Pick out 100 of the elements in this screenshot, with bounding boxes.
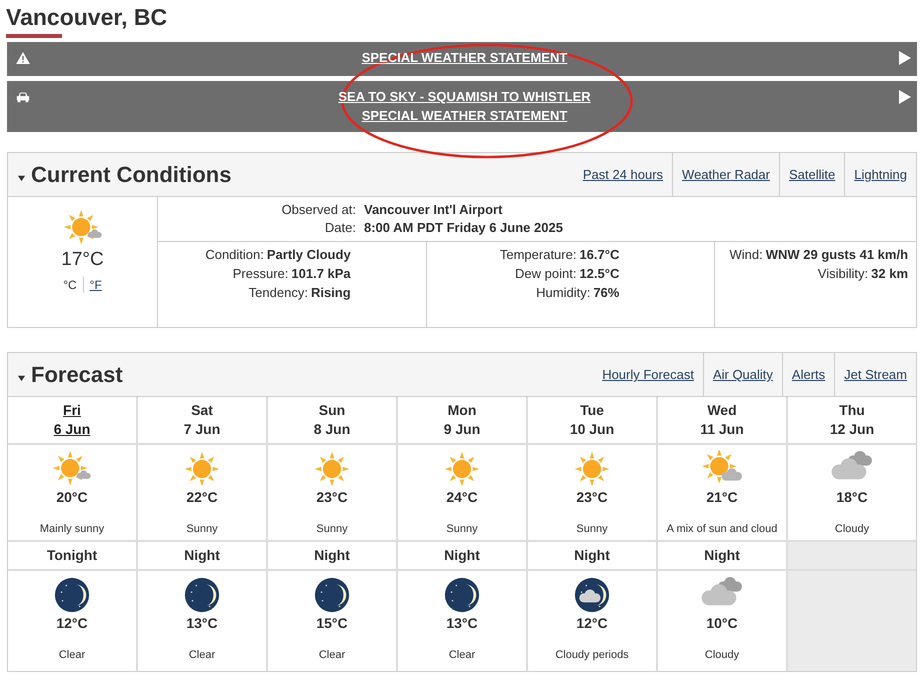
temperature: 23°C <box>316 489 348 505</box>
field-label: Tendency: <box>248 285 308 300</box>
temperature: 21°C <box>706 489 738 505</box>
day-date: 12 Jun <box>830 421 874 437</box>
sun-cloud-icon <box>52 450 92 488</box>
temperature: 10°C <box>706 615 738 631</box>
day-header[interactable]: Fri 6 Jun <box>8 397 136 443</box>
field-label: Visibility: <box>818 266 868 281</box>
forecast-summary: Sunny <box>446 523 478 535</box>
header-link[interactable]: Satellite <box>778 153 844 196</box>
forecast-summary: A mix of sun and cloud <box>666 523 778 535</box>
day-date: 7 Jun <box>184 421 220 437</box>
forecast-summary: Clear <box>318 649 346 661</box>
forecast-summary: Sunny <box>576 523 608 535</box>
day-date: 6 Jun <box>54 421 90 437</box>
forecast-summary: Cloudy periods <box>555 649 629 661</box>
day-header[interactable]: Wed 11 Jun <box>658 397 786 443</box>
field-value: 32 km <box>871 266 908 281</box>
day-date: 10 Jun <box>570 421 614 437</box>
temperature: 15°C <box>316 615 348 631</box>
current-temperature: 17°C <box>61 249 104 271</box>
section-heading[interactable]: Current Conditions <box>31 162 232 188</box>
unit-toggle[interactable]: °C <box>63 278 77 292</box>
section-heading[interactable]: Forecast <box>31 362 123 388</box>
night-label: Night <box>184 547 220 563</box>
temperature: 23°C <box>576 489 608 505</box>
moon-icon <box>182 576 222 614</box>
car-icon <box>16 91 30 103</box>
forecast-summary: Clear <box>448 649 476 661</box>
warning-icon <box>16 52 30 64</box>
field-label: Date: <box>324 220 356 235</box>
field-value: WNW 29 gusts 41 km/h <box>766 247 908 262</box>
day-name: Thu <box>839 402 865 418</box>
header-link[interactable]: Past 24 hours <box>574 153 672 196</box>
page-title: Vancouver, BC <box>5 3 168 31</box>
day-date: 11 Jun <box>700 421 744 437</box>
temperature: 18°C <box>836 489 868 505</box>
day-header[interactable]: Tue 10 Jun <box>528 397 656 443</box>
play-icon <box>899 90 911 104</box>
forecast-summary: Sunny <box>316 523 348 535</box>
field-label: Temperature: <box>500 247 576 262</box>
day-header[interactable]: Mon 9 Jun <box>398 397 526 443</box>
forecast-summary: Cloudy <box>834 523 870 535</box>
forecast-summary: Clear <box>58 649 86 661</box>
night-label: Night <box>314 547 350 563</box>
forecast-summary: Sunny <box>186 523 218 535</box>
header-link[interactable]: Alerts <box>782 353 834 396</box>
header-link[interactable]: Air Quality <box>702 353 782 396</box>
moon-icon <box>52 576 92 614</box>
field-value: 12.5°C <box>579 266 620 281</box>
day-date: 8 Jun <box>314 421 350 437</box>
field-value: 8:00 AM PDT Friday 6 June 2025 <box>364 220 563 235</box>
field-label: Pressure: <box>232 266 288 281</box>
day-header[interactable]: Sun 8 Jun <box>268 397 396 443</box>
day-name: Sun <box>318 402 346 418</box>
play-icon <box>899 51 911 65</box>
field-label: Humidity: <box>536 285 590 300</box>
header-link[interactable]: Lightning <box>844 153 916 196</box>
field-label: Observed at: <box>280 202 356 217</box>
header-link[interactable]: Weather Radar <box>672 153 779 196</box>
temperature: 24°C <box>446 489 478 505</box>
caret-icon[interactable] <box>17 372 26 382</box>
forecast-summary: Cloudy <box>704 649 740 661</box>
field-value: 101.7 kPa <box>291 266 351 281</box>
sun-cloud-icon <box>62 209 102 247</box>
temperature: 12°C <box>576 615 608 631</box>
header-link[interactable]: Hourly Forecast <box>593 353 703 396</box>
field-value: Vancouver Int'l Airport <box>364 202 504 217</box>
temperature: 22°C <box>186 489 218 505</box>
field-label: Dew point: <box>515 266 576 281</box>
night-label: Tonight <box>46 547 98 563</box>
day-name: Fri <box>63 402 81 418</box>
day-header[interactable]: Thu 12 Jun <box>788 397 916 443</box>
unit-toggle[interactable]: °F <box>90 278 102 292</box>
field-value: Partly Cloudy <box>266 247 351 262</box>
moon-icon <box>442 576 482 614</box>
temperature: 12°C <box>56 615 88 631</box>
field-value: 76% <box>593 285 620 300</box>
day-name: Sat <box>191 402 213 418</box>
day-date: 9 Jun <box>444 421 480 437</box>
moon-cloud-icon <box>572 576 612 614</box>
caret-icon[interactable] <box>17 172 26 182</box>
night-label: Night <box>704 547 740 563</box>
night-label: Night <box>444 547 480 563</box>
forecast-summary: Mainly sunny <box>40 523 104 535</box>
day-name: Wed <box>707 402 737 418</box>
field-value: Rising <box>310 285 351 300</box>
night-label: Night <box>574 547 610 563</box>
temperature: 13°C <box>186 615 218 631</box>
field-label: Wind: <box>729 247 763 262</box>
day-name: Mon <box>448 402 476 418</box>
field-value: 16.7°C <box>579 247 620 262</box>
day-name: Tue <box>580 402 604 418</box>
day-header[interactable]: Sat 7 Jun <box>138 397 266 443</box>
header-link[interactable]: Jet Stream <box>834 353 916 396</box>
alert-link[interactable]: SPECIAL WEATHER STATEMENT <box>362 108 568 124</box>
field-label: Condition: <box>205 247 264 262</box>
moon-icon <box>312 576 352 614</box>
temperature: 13°C <box>446 615 478 631</box>
forecast-summary: Clear <box>188 649 216 661</box>
